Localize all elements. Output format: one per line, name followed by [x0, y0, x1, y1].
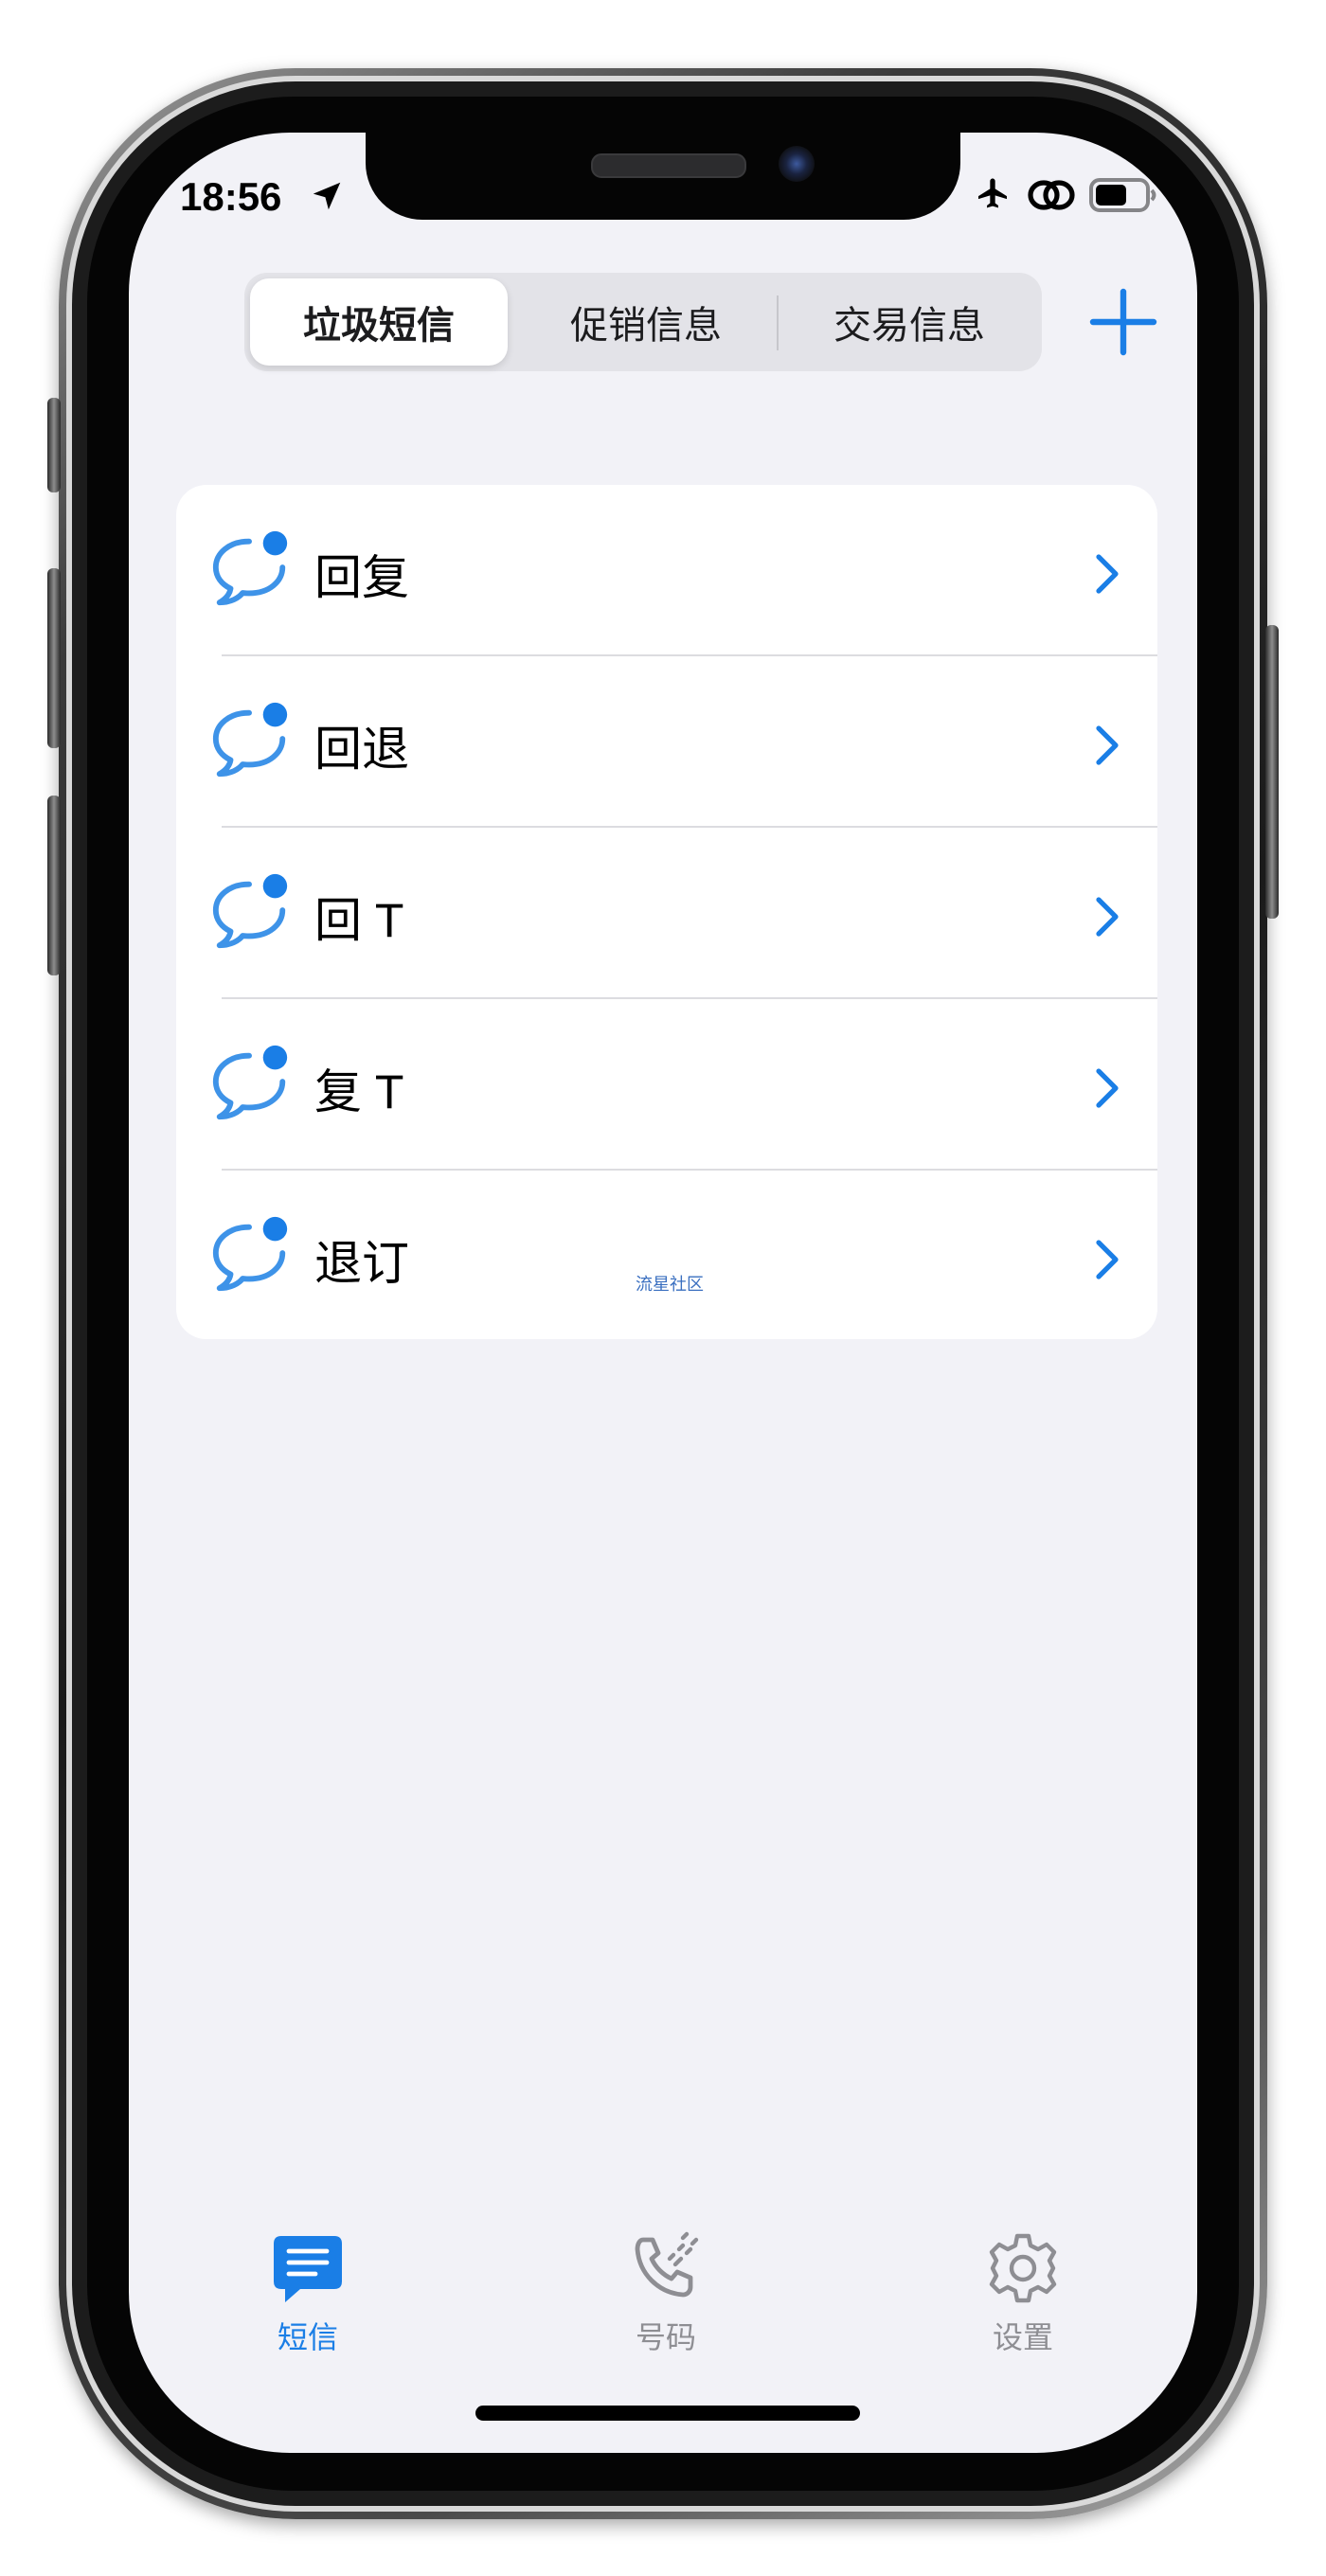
- power-button: [1265, 625, 1279, 919]
- tab-numbers-label: 号码: [635, 2319, 696, 2355]
- watermark-text: 流星社区: [636, 1275, 704, 1295]
- notch: [366, 133, 960, 220]
- home-indicator[interactable]: [475, 2406, 860, 2421]
- mute-switch: [47, 398, 61, 492]
- earpiece-speaker: [591, 153, 746, 178]
- list-item-label: 退订: [314, 1237, 409, 1290]
- plus-icon[interactable]: [1085, 284, 1161, 360]
- gear-icon: [989, 2233, 1057, 2303]
- keyword-list: 回复 回退 回 T 复 T 退订 流星社区: [176, 485, 1157, 1339]
- list-item[interactable]: 回退: [176, 656, 1157, 828]
- chevron-right-icon: [1096, 1240, 1119, 1279]
- status-time: 18:56: [180, 174, 282, 219]
- segmented-control: 垃圾短信 促销信息 交易信息: [244, 273, 1042, 371]
- segment-spam[interactable]: 垃圾短信: [250, 278, 508, 366]
- front-camera: [779, 146, 815, 182]
- message-icon: [274, 2236, 342, 2302]
- list-item-label: 回退: [314, 723, 409, 776]
- list-item[interactable]: 回复: [176, 485, 1157, 656]
- chat-bubble-dot-icon: [212, 530, 288, 606]
- airplane-icon: [978, 178, 1007, 208]
- chevron-right-icon: [1096, 725, 1119, 765]
- volume-up-button: [47, 568, 61, 748]
- chevron-right-icon: [1096, 554, 1119, 594]
- list-item[interactable]: 退订: [176, 1171, 1157, 1339]
- phone-icon: [635, 2231, 699, 2298]
- tab-messages[interactable]: 短信: [213, 2230, 403, 2372]
- tab-settings-label: 设置: [992, 2319, 1053, 2355]
- list-item[interactable]: 回 T: [176, 828, 1157, 999]
- screen: 18:56 垃圾短信 促销信息 交易信息 回复 回退 回 T 复 T 退订 流星…: [129, 133, 1197, 2453]
- list-item-label: 回复: [314, 551, 409, 604]
- status-icons: [972, 176, 1159, 214]
- chat-bubble-dot-icon: [212, 1216, 288, 1292]
- list-item-label: 复 T: [314, 1065, 404, 1118]
- tab-settings[interactable]: 设置: [928, 2230, 1118, 2372]
- chevron-right-icon: [1096, 1068, 1119, 1108]
- chat-bubble-dot-icon: [212, 702, 288, 778]
- location-arrow-icon: [313, 182, 341, 210]
- battery-icon: [1089, 178, 1156, 212]
- volume-down-button: [47, 796, 61, 975]
- chat-bubble-dot-icon: [212, 873, 288, 949]
- list-item-label: 回 T: [314, 894, 404, 947]
- segment-divider: [777, 295, 779, 350]
- link-icon: [1028, 180, 1075, 210]
- list-item[interactable]: 复 T: [176, 999, 1157, 1171]
- segment-transactions[interactable]: 交易信息: [780, 278, 1038, 366]
- chevron-right-icon: [1096, 897, 1119, 937]
- segment-promotions[interactable]: 促销信息: [517, 278, 775, 366]
- tab-messages-label: 短信: [277, 2319, 338, 2355]
- chat-bubble-dot-icon: [212, 1045, 288, 1120]
- tab-numbers[interactable]: 号码: [571, 2230, 761, 2372]
